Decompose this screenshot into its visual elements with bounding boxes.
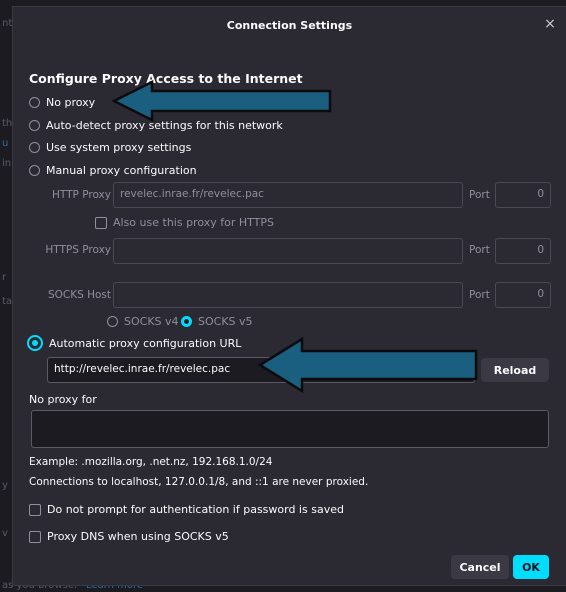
radio-socks-v5[interactable]: SOCKS v5 [181,315,253,328]
bg-fragment: in [2,158,12,169]
https-port-label: Port [469,244,490,256]
bg-fragment: th [2,118,13,129]
checkbox-label: Do not prompt for authentication if pass… [47,503,344,516]
bg-fragment: u [2,138,9,149]
bg-fragment: r [2,272,7,283]
no-prompt-auth-checkbox-row[interactable]: Do not prompt for authentication if pass… [29,503,344,516]
radio-label: SOCKS v5 [198,315,253,328]
bg-fragment: y [2,480,8,491]
radio-button-icon[interactable] [29,97,40,108]
left-arrow-icon [258,337,478,393]
left-arrow-icon [112,80,332,122]
checkbox-label: Also use this proxy for HTTPS [113,216,274,229]
bg-fragment: ta [2,296,13,307]
http-proxy-label: HTTP Proxy [52,189,111,201]
bg-fragment: v [2,528,8,539]
close-icon[interactable]: × [542,16,558,32]
https-proxy-label: HTTPS Proxy [45,244,111,256]
socks-port-input[interactable]: 0 [495,282,551,308]
reload-button[interactable]: Reload [481,358,549,382]
radio-button-icon[interactable] [29,120,40,131]
cancel-button[interactable]: Cancel [451,555,509,579]
checkbox-label: Proxy DNS when using SOCKS v5 [47,530,229,543]
socks-host-input[interactable] [113,282,463,308]
http-port-input[interactable]: 0 [495,182,551,208]
ok-button[interactable]: OK [513,555,549,579]
example-text: Example: .mozilla.org, .net.nz, 192.168.… [29,456,273,468]
radio-label: Manual proxy configuration [46,164,197,177]
radio-system-proxy[interactable]: Use system proxy settings [29,141,191,154]
localhost-note: Connections to localhost, 127.0.0.1/8, a… [29,476,369,488]
radio-auto-config-url[interactable]: Automatic proxy configuration URL [27,335,241,351]
https-proxy-input[interactable] [113,238,463,264]
checkbox-icon[interactable] [29,503,41,516]
radio-no-proxy[interactable]: No proxy [29,96,95,109]
checkbox-icon[interactable] [95,216,107,229]
socks-host-label: SOCKS Host [47,289,111,301]
http-port-label: Port [469,189,490,201]
socks-port-label: Port [469,289,490,301]
radio-button-icon[interactable] [107,316,118,327]
radio-socks-v4[interactable]: SOCKS v4 [107,315,179,328]
radio-button-icon[interactable] [29,165,40,176]
radio-label: No proxy [46,96,96,109]
also-https-checkbox-row[interactable]: Also use this proxy for HTTPS [95,216,274,229]
radio-label: Use system proxy settings [46,141,192,154]
proxy-dns-checkbox-row[interactable]: Proxy DNS when using SOCKS v5 [29,530,229,543]
radio-button-icon[interactable] [29,142,40,153]
radio-selected-icon[interactable] [181,316,192,327]
radio-label: Automatic proxy configuration URL [49,336,242,350]
dialog-title: Connection Settings [226,18,353,32]
no-proxy-for-label: No proxy for [29,393,97,406]
https-port-input[interactable]: 0 [495,238,551,264]
radio-manual-proxy[interactable]: Manual proxy configuration [29,164,197,177]
radio-label: SOCKS v4 [124,315,179,328]
bg-fragment: nt [2,18,13,29]
no-proxy-for-textarea[interactable] [31,410,549,448]
radio-selected-icon[interactable] [27,335,43,351]
checkbox-icon[interactable] [29,530,41,543]
http-proxy-input[interactable]: revelec.inrae.fr/revelec.pac [113,182,463,208]
dialog-titlebar: Connection Settings [13,7,566,43]
